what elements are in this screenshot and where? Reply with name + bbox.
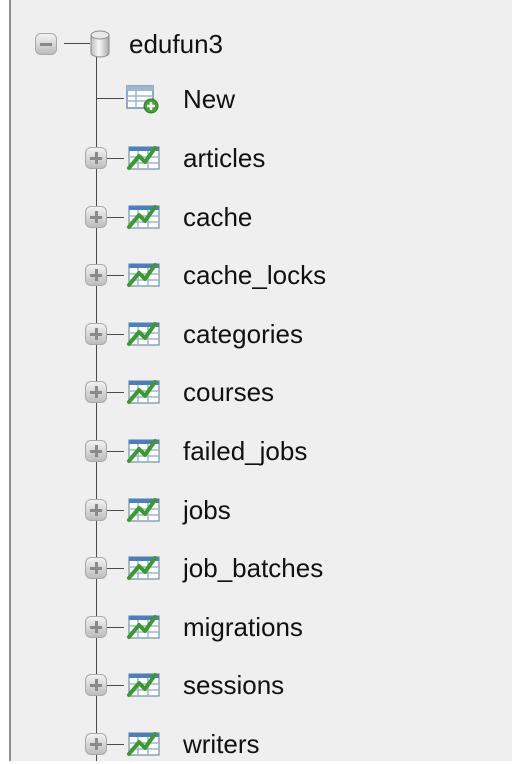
- database-row[interactable]: edufun3: [0, 24, 512, 64]
- expand-table-button[interactable]: [85, 616, 107, 638]
- table-icon: [127, 673, 160, 697]
- table-name[interactable]: failed_jobs: [183, 431, 307, 471]
- table-name[interactable]: cache: [183, 197, 252, 237]
- table-icon: [127, 439, 160, 463]
- table-row[interactable]: articles: [0, 138, 512, 178]
- table-row[interactable]: job_batches: [0, 548, 512, 588]
- table-row[interactable]: categories: [0, 314, 512, 354]
- table-row[interactable]: cache: [0, 197, 512, 237]
- table-name[interactable]: cache_locks: [183, 255, 326, 295]
- new-table-link[interactable]: New: [183, 79, 235, 119]
- expand-table-button[interactable]: [85, 381, 107, 403]
- expand-table-button[interactable]: [85, 206, 107, 228]
- table-name[interactable]: categories: [183, 314, 303, 354]
- expand-table-button[interactable]: [85, 323, 107, 345]
- table-row[interactable]: sessions: [0, 665, 512, 705]
- table-icon: [127, 556, 160, 580]
- table-name[interactable]: writers: [183, 724, 260, 764]
- expand-table-button[interactable]: [85, 440, 107, 462]
- expand-table-button[interactable]: [85, 499, 107, 521]
- expand-table-button[interactable]: [85, 264, 107, 286]
- table-icon: [127, 322, 160, 346]
- table-name[interactable]: jobs: [183, 490, 231, 530]
- table-icon: [127, 205, 160, 229]
- new-table-icon: [126, 85, 159, 114]
- table-row[interactable]: migrations: [0, 607, 512, 647]
- table-row[interactable]: failed_jobs: [0, 431, 512, 471]
- table-icon: [127, 732, 160, 756]
- expand-table-button[interactable]: [85, 147, 107, 169]
- table-name[interactable]: migrations: [183, 607, 303, 647]
- database-icon: [90, 30, 110, 58]
- table-row[interactable]: jobs: [0, 490, 512, 530]
- table-name[interactable]: courses: [183, 372, 274, 412]
- table-icon: [127, 146, 160, 170]
- table-icon: [127, 263, 160, 287]
- collapse-database-button[interactable]: [35, 33, 57, 55]
- table-name[interactable]: job_batches: [183, 548, 323, 588]
- table-row[interactable]: writers: [0, 724, 512, 764]
- database-name[interactable]: edufun3: [129, 24, 223, 64]
- table-row[interactable]: courses: [0, 372, 512, 412]
- table-row[interactable]: cache_locks: [0, 255, 512, 295]
- table-name[interactable]: articles: [183, 138, 265, 178]
- table-icon: [127, 498, 160, 522]
- navigation-tree-panel: edufun3 New articles cache cache_lockscate…: [0, 0, 512, 761]
- new-table-row[interactable]: New: [0, 79, 512, 119]
- table-icon: [127, 380, 160, 404]
- expand-table-button[interactable]: [85, 733, 107, 755]
- expand-table-button[interactable]: [85, 557, 107, 579]
- table-name[interactable]: sessions: [183, 665, 284, 705]
- expand-table-button[interactable]: [85, 674, 107, 696]
- table-icon: [127, 615, 160, 639]
